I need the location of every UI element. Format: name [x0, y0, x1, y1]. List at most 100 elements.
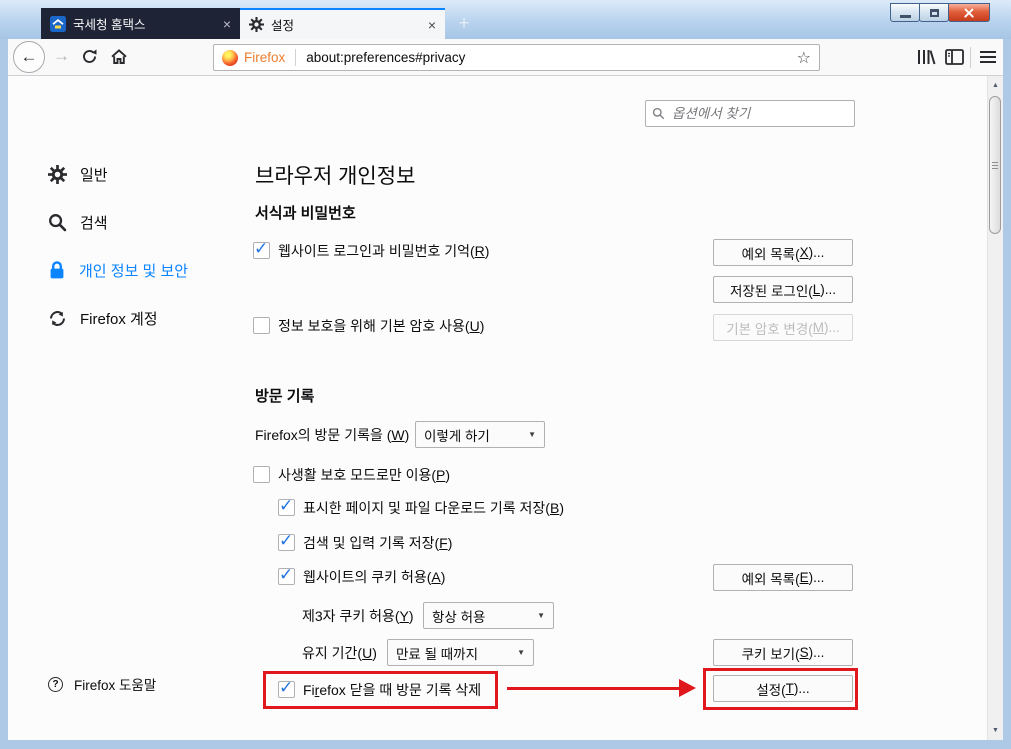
keep-until-dropdown[interactable]: 만료 될 때까지 ▼ [387, 639, 534, 666]
window-controls [890, 3, 990, 22]
forward-button[interactable]: → [53, 46, 70, 66]
help-label: Firefox 도움말 [74, 678, 157, 693]
accept-cookies-checkbox[interactable]: ✓ [278, 565, 295, 585]
check-icon: ✓ [279, 565, 294, 584]
gear-icon [249, 17, 264, 32]
sidebar-item-firefox-account[interactable]: Firefox 계정 [48, 306, 158, 330]
scrollbar-thumb[interactable] [989, 96, 1001, 234]
toolbar-separator [970, 47, 971, 68]
menu-icon [980, 51, 996, 53]
search-icon [652, 107, 665, 120]
scroll-down-arrow[interactable]: ▼ [988, 723, 1003, 738]
search-input[interactable] [670, 105, 848, 122]
cookie-exceptions-button[interactable]: 예외 목록(E)... [713, 564, 853, 591]
remember-history-checkbox[interactable]: ✓ [278, 496, 295, 516]
firefox-help-link[interactable]: ? Firefox 도움말 [48, 674, 156, 694]
keep-until-label: 유지 기간(U) [302, 645, 377, 661]
check-icon: ✓ [279, 678, 294, 697]
page-title: 브라우저 개인정보 [255, 165, 416, 188]
tab-close-icon[interactable]: × [223, 17, 231, 31]
scrollbar-grip [992, 162, 998, 170]
close-button[interactable] [948, 3, 990, 22]
remember-logins-label: 웹사이트 로그인과 비밀번호 기억(R) [278, 243, 490, 259]
sidebar-item-label: 개인 정보 및 보안 [79, 262, 189, 280]
url-text: about:preferences#privacy [306, 50, 466, 65]
history-mode-label: Firefox의 방문 기록을 (W) [255, 427, 410, 443]
library-icon [918, 50, 936, 65]
url-separator [295, 49, 297, 66]
menu-button[interactable] [980, 51, 996, 66]
maximize-icon [929, 8, 939, 17]
sync-icon [49, 310, 66, 326]
gear-icon [48, 164, 67, 184]
accept-cookies-label: 웹사이트의 쿠키 허용(A) [303, 569, 446, 585]
back-button[interactable]: ← [13, 41, 45, 73]
history-mode-dropdown[interactable]: 이렇게 하기 ▼ [415, 421, 545, 448]
third-party-cookies-label: 제3자 쿠키 허용(Y) [302, 608, 414, 624]
annotation-arrow-head [679, 679, 696, 697]
minimize-button[interactable] [890, 3, 920, 22]
tab-close-icon[interactable]: × [428, 18, 436, 32]
remember-history-label: 표시한 페이지 및 파일 다운로드 기록 저장(B) [303, 500, 564, 516]
check-icon: ✓ [279, 531, 294, 550]
private-mode-label: 사생활 보호 모드로만 이용(P) [278, 467, 451, 483]
sidebar-item-label: Firefox 계정 [80, 310, 158, 328]
master-password-label: 정보 보호을 위해 기본 암호 사용(U) [278, 318, 485, 334]
annotation-arrow-line [507, 687, 683, 690]
dropdown-value: 이렇게 하기 [424, 428, 490, 444]
password-exceptions-button[interactable]: 예외 목록(X)... [713, 239, 853, 266]
sidebar-item-privacy[interactable]: 개인 정보 및 보안 [48, 258, 188, 282]
sidebar-item-general[interactable]: 일반 [48, 162, 108, 186]
tab-settings[interactable]: 설정 × [240, 8, 445, 39]
remember-logins-checkbox[interactable]: ✓ [253, 239, 270, 259]
history-section-heading: 방문 기록 [255, 388, 315, 405]
scroll-up-arrow[interactable]: ▲ [988, 78, 1003, 93]
options-search-box[interactable] [645, 100, 855, 127]
third-party-cookies-dropdown[interactable]: 항상 허용 ▼ [423, 602, 554, 629]
reload-button[interactable] [81, 48, 98, 65]
sidebar-item-search[interactable]: 검색 [48, 210, 108, 234]
dropdown-value: 만료 될 때까지 [396, 646, 479, 662]
tab-title: 설정 [271, 19, 295, 33]
search-icon [49, 213, 67, 231]
check-icon: ✓ [279, 496, 294, 515]
check-icon: ✓ [254, 239, 269, 258]
maximize-button[interactable] [919, 3, 949, 22]
forms-section-heading: 서식과 비밀번호 [255, 205, 356, 222]
dropdown-value: 항상 허용 [432, 609, 486, 625]
saved-logins-button[interactable]: 저장된 로그인(L)... [713, 276, 853, 303]
sidebar-item-label: 검색 [80, 214, 108, 232]
chevron-down-icon: ▼ [528, 430, 536, 439]
sidebar-toggle-button[interactable] [945, 49, 964, 65]
sidebar-item-label: 일반 [80, 166, 108, 184]
change-master-password-button[interactable]: 기본 암호 변경(M)... [713, 314, 853, 341]
tab-title: 국세청 홈택스 [73, 18, 146, 32]
reload-icon [83, 49, 97, 63]
bookmark-star-icon[interactable]: ☆ [797, 48, 811, 68]
navigation-toolbar: ← → Firefox about:preferences#privacy ☆ [8, 39, 1003, 76]
chevron-down-icon: ▼ [517, 648, 525, 657]
tab-hometax[interactable]: 국세청 홈택스 × [41, 8, 240, 39]
url-brand-label: Firefox [244, 50, 286, 65]
remember-forms-checkbox[interactable]: ✓ [278, 531, 295, 551]
hometax-favicon [50, 15, 66, 32]
help-icon: ? [48, 676, 63, 692]
clear-history-settings-button[interactable]: 설정(T)... [713, 675, 853, 702]
lock-icon [50, 261, 64, 279]
firefox-window: { "tabs": [ { "title": "국세청 홈택스", "icon"… [0, 0, 1011, 749]
preferences-page: 일반 검색 개인 정보 및 보안 Firefox 계정 ? Firefox 도움… [8, 76, 987, 740]
url-bar[interactable]: Firefox about:preferences#privacy ☆ [213, 44, 820, 71]
private-mode-checkbox[interactable]: ✓ [253, 466, 270, 483]
remember-forms-label: 검색 및 입력 기록 저장(F) [303, 535, 453, 551]
show-cookies-button[interactable]: 쿠키 보기(S)... [713, 639, 853, 666]
new-tab-button[interactable]: + [449, 10, 479, 38]
library-button[interactable] [916, 47, 936, 67]
chevron-down-icon: ▼ [537, 611, 545, 620]
page-scrollbar[interactable]: ▲ ▼ [987, 76, 1003, 740]
minimize-icon [899, 15, 911, 18]
sidebar-icon [945, 49, 964, 65]
close-icon [962, 6, 976, 20]
clear-on-close-checkbox[interactable]: ✓ [278, 678, 295, 698]
home-button[interactable] [110, 48, 128, 65]
master-password-checkbox[interactable]: ✓ [253, 317, 270, 334]
